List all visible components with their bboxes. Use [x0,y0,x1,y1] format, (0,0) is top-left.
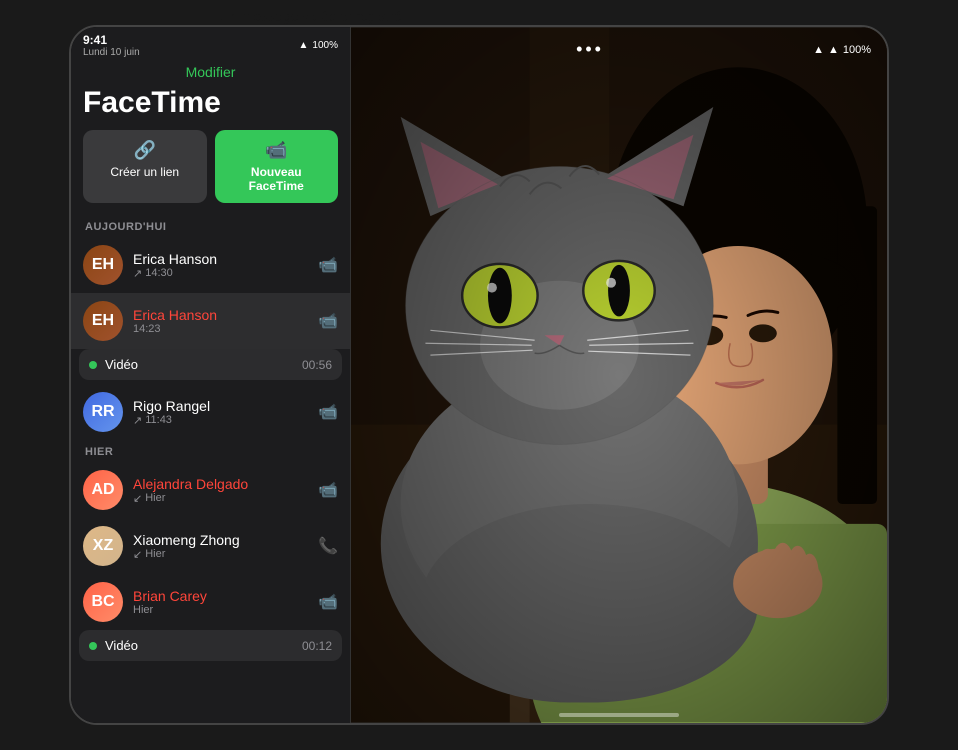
phone-action-xiaomeng[interactable]: 📞 [318,536,338,556]
link-icon: 🔗 [134,140,156,161]
home-indicator [559,713,679,717]
call-name-erica1: Erica Hanson [133,251,308,267]
call-meta-brian: Hier [133,604,308,616]
call-list: AUJOURD'HUI EH Erica Hanson ↗ 14:30 📹 [71,215,350,723]
top-right-status: ▲ ▲ 100% [813,44,871,56]
avatar-erica2: EH [83,301,123,341]
call-name-erica2: Erica Hanson [133,307,308,323]
call-time-erica1: 14:30 [145,267,173,279]
battery-icon: 100% [312,40,338,51]
status-date: Lundi 10 juin [83,47,140,58]
outgoing-arrow-erica1: ↗ [133,267,142,280]
wifi-icon-right: ▲ [828,44,839,56]
outgoing-arrow-rigo: ↗ [133,414,142,427]
call-time-rigo: 11:43 [145,414,172,426]
avatar-rigo: RR [83,392,123,432]
video-action-erica2[interactable]: 📹 [318,311,338,331]
call-meta-alejandra: ↙ Hier [133,492,308,505]
call-item-erica2[interactable]: EH Erica Hanson 14:23 📹 [71,293,350,349]
call-info-alejandra: Alejandra Delgado ↙ Hier [133,476,308,505]
call-meta-xiaomeng: ↙ Hier [133,548,308,561]
call-meta-erica2: 14:23 [133,323,308,335]
video-action-rigo[interactable]: 📹 [318,402,338,422]
video-duration-2: 00:12 [302,639,332,653]
status-left: 9:41 Lundi 10 juin [83,33,140,58]
status-icons: ▲ 100% [299,40,338,51]
three-dots-menu[interactable]: ••• [576,39,604,60]
call-time-erica2: 14:23 [133,323,161,335]
video-message-row-1[interactable]: Vidéo 00:56 [79,349,342,380]
avatar-erica1: EH [83,245,123,285]
call-name-alejandra: Alejandra Delgado [133,476,308,492]
action-buttons: 🔗 Créer un lien 📹 Nouveau FaceTime [71,130,350,215]
right-panel: ••• ▲ ▲ 100% [351,27,887,723]
call-info-erica1: Erica Hanson ↗ 14:30 [133,251,308,280]
create-link-label: Créer un lien [110,165,179,179]
status-time: 9:41 [83,33,140,47]
call-item-rigo[interactable]: RR Rigo Rangel ↗ 11:43 📹 [71,384,350,440]
modifier-button[interactable]: Modifier [71,62,350,84]
signal-icon: ▲ [813,44,824,56]
video-label-2: Vidéo [105,638,294,653]
call-meta-rigo: ↗ 11:43 [133,414,308,427]
wifi-icon: ▲ [299,40,309,51]
avatar-xiaomeng: XZ [83,526,123,566]
call-item-xiaomeng[interactable]: XZ Xiaomeng Zhong ↙ Hier 📞 [71,518,350,574]
call-name-rigo: Rigo Rangel [133,398,308,414]
call-meta-erica1: ↗ 14:30 [133,267,308,280]
section-yesterday: HIER [71,440,350,462]
status-bar: 9:41 Lundi 10 juin ▲ 100% [71,27,350,62]
new-facetime-label: Nouveau FaceTime [223,165,331,193]
call-info-rigo: Rigo Rangel ↗ 11:43 [133,398,308,427]
call-info-brian: Brian Carey Hier [133,588,308,616]
avatar-alejandra: AD [83,470,123,510]
screen: 9:41 Lundi 10 juin ▲ 100% Modifier FaceT… [71,27,887,723]
call-item-brian[interactable]: BC Brian Carey Hier 📹 [71,574,350,630]
new-facetime-button[interactable]: 📹 Nouveau FaceTime [215,130,339,203]
create-link-button[interactable]: 🔗 Créer un lien [83,130,207,203]
left-panel: 9:41 Lundi 10 juin ▲ 100% Modifier FaceT… [71,27,351,723]
call-info-erica2: Erica Hanson 14:23 [133,307,308,335]
photo-canvas [351,27,887,723]
call-name-brian: Brian Carey [133,588,308,604]
app-title: FaceTime [71,84,350,130]
call-time-alejandra: Hier [145,492,165,504]
call-info-xiaomeng: Xiaomeng Zhong ↙ Hier [133,532,308,561]
call-time-xiaomeng: Hier [145,548,165,560]
video-label-1: Vidéo [105,357,294,372]
annotation-text: Un message vidéo enregistré [220,8,402,24]
call-item-alejandra[interactable]: AD Alejandra Delgado ↙ Hier 📹 [71,462,350,518]
video-action-erica1[interactable]: 📹 [318,255,338,275]
video-camera-icon: 📹 [265,140,287,161]
call-name-xiaomeng: Xiaomeng Zhong [133,532,308,548]
outer-wrapper: Un message vidéo enregistré 9:41 Lundi 1… [0,0,958,750]
video-message-row-2[interactable]: Vidéo 00:12 [79,630,342,661]
call-item-erica1[interactable]: EH Erica Hanson ↗ 14:30 📹 [71,237,350,293]
top-bar: ••• ▲ ▲ 100% [351,35,887,64]
avatar-brian: BC [83,582,123,622]
battery-status: 100% [843,44,871,56]
incoming-arrow-alejandra: ↙ [133,492,142,505]
video-action-brian[interactable]: 📹 [318,592,338,612]
video-dot-1 [89,361,97,369]
section-today: AUJOURD'HUI [71,215,350,237]
device-frame: 9:41 Lundi 10 juin ▲ 100% Modifier FaceT… [69,25,889,725]
video-dot-2 [89,642,97,650]
incoming-arrow-xiaomeng: ↙ [133,548,142,561]
video-duration-1: 00:56 [302,358,332,372]
video-action-alejandra[interactable]: 📹 [318,480,338,500]
call-time-brian: Hier [133,604,153,616]
